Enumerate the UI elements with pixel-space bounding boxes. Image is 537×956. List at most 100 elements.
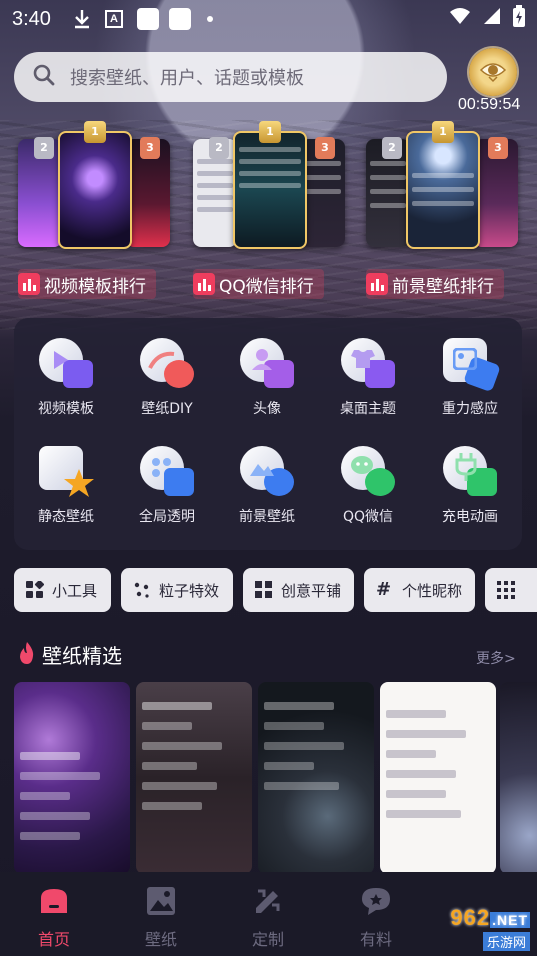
- ranking-foreground-wallpaper[interactable]: 2 3 1 前景壁纸排行: [366, 121, 534, 303]
- ranking-cards: 2 3 1: [193, 121, 361, 255]
- medal-3: 3: [488, 137, 508, 159]
- dot-icon: [206, 16, 213, 22]
- feature-desktop-theme[interactable]: 桌面主题: [318, 318, 418, 418]
- a-icon: A: [104, 10, 123, 28]
- wallpaper-thumb[interactable]: [258, 682, 374, 874]
- ranking-qq-wechat[interactable]: 2 3 1 QQ微信排行: [193, 121, 361, 303]
- hash-icon: #: [376, 579, 392, 600]
- battery-charging-icon: [513, 5, 525, 33]
- ranking-label: QQ微信排行: [193, 269, 324, 299]
- feature-label: QQ微信: [342, 509, 394, 525]
- ranking-title: QQ微信排行: [219, 276, 314, 297]
- medal-3: 3: [315, 137, 335, 159]
- nav-label: 定制: [251, 930, 284, 949]
- customize-icon: [253, 886, 283, 920]
- medal-2: 2: [209, 137, 229, 159]
- ranking-cards: 2 3 1: [366, 121, 534, 255]
- nav-label: 壁纸: [144, 930, 177, 949]
- tool-nickname[interactable]: # 个性昵称: [364, 568, 475, 612]
- notification-square-icon: [168, 8, 191, 30]
- charging-animation-icon: [443, 446, 497, 496]
- wallpaper-thumb[interactable]: [14, 682, 130, 874]
- desktop-theme-icon: [341, 338, 395, 388]
- home-icon: [38, 886, 70, 920]
- ranking-label: 视频模板排行: [18, 269, 156, 299]
- tool-widgets[interactable]: 小工具: [14, 568, 111, 612]
- more-link[interactable]: 更多>: [476, 648, 516, 668]
- feature-wallpaper-diy[interactable]: 壁纸DIY: [117, 318, 217, 418]
- rank-card-1: [233, 131, 307, 249]
- feature-label: 前景壁纸: [239, 509, 295, 525]
- nav-home[interactable]: 首页: [14, 886, 94, 950]
- tool-label: 小工具: [52, 581, 98, 600]
- widgets-icon: [26, 579, 45, 599]
- eye-badge-button[interactable]: [469, 48, 517, 96]
- image-icon: [146, 886, 176, 920]
- tool-more[interactable]: [485, 568, 537, 612]
- foreground-wallpaper-icon: [240, 446, 294, 496]
- feature-label: 视频模板: [38, 401, 94, 417]
- medal-2: 2: [34, 137, 54, 159]
- section-title: 壁纸精选: [42, 644, 122, 668]
- nav-wallpaper[interactable]: 壁纸: [121, 886, 201, 950]
- feature-static-wallpaper[interactable]: 静态壁纸: [16, 426, 116, 526]
- tool-particles[interactable]: 粒子特效: [121, 568, 233, 612]
- medal-1: 1: [259, 121, 281, 143]
- medal-1: 1: [432, 121, 454, 143]
- tools-row: 小工具 粒子特效 创意平铺 # 个性昵称: [14, 568, 537, 612]
- feature-video-template[interactable]: 视频模板: [16, 318, 116, 418]
- global-transparent-icon: [140, 446, 194, 496]
- signal-icon: [483, 7, 501, 31]
- wallpaper-thumb[interactable]: [136, 682, 252, 874]
- ranking-bars-icon: [366, 273, 388, 295]
- feature-charging-animation[interactable]: 充电动画: [420, 426, 520, 526]
- search-bar[interactable]: 搜索壁纸、用户、话题或模板: [14, 52, 447, 102]
- feature-label: 重力感应: [442, 401, 498, 417]
- search-icon: [32, 63, 56, 91]
- tool-label: 个性昵称: [402, 581, 463, 600]
- rank-card-1: [58, 131, 132, 249]
- avatar-icon: [240, 338, 294, 388]
- search-placeholder: 搜索壁纸、用户、话题或模板: [70, 68, 304, 89]
- status-time: 3:40: [12, 7, 51, 30]
- ranking-bars-icon: [193, 273, 215, 295]
- wallpaper-thumb[interactable]: [380, 682, 496, 874]
- site-watermark-logo: 962 .NET 乐游网: [398, 905, 530, 951]
- feature-avatar[interactable]: 头像: [217, 318, 317, 418]
- tool-creative-tile[interactable]: 创意平铺: [243, 568, 354, 612]
- ranking-title: 前景壁纸排行: [392, 276, 494, 297]
- feature-label: 头像: [253, 401, 281, 417]
- feature-label: 全局透明: [139, 509, 195, 525]
- notification-square-icon: [136, 8, 159, 30]
- static-wallpaper-icon: [39, 446, 94, 497]
- countdown-timer: 00:59:54: [458, 96, 521, 113]
- grid-icon: [497, 581, 515, 599]
- feature-gravity-sensor[interactable]: 重力感应: [420, 318, 520, 418]
- nav-customize[interactable]: 定制: [228, 886, 308, 950]
- feature-qq-wechat[interactable]: QQ微信: [318, 426, 418, 526]
- ranking-video-template[interactable]: 2 3 1 视频模板排行: [18, 121, 186, 303]
- ranking-label: 前景壁纸排行: [366, 269, 504, 299]
- feature-label: 静态壁纸: [38, 509, 94, 525]
- section-header: 壁纸精选: [18, 640, 122, 669]
- wallpaper-thumb[interactable]: [500, 682, 537, 874]
- tool-label: 创意平铺: [281, 581, 342, 600]
- medal-2: 2: [382, 137, 402, 159]
- qq-wechat-icon: [341, 446, 395, 496]
- watermark-suffix: .NET: [490, 912, 530, 928]
- nav-label: 有料: [359, 930, 392, 949]
- status-bar: 3:40 A: [0, 0, 537, 38]
- feature-label: 桌面主题: [340, 401, 396, 417]
- feature-foreground-wallpaper[interactable]: 前景壁纸: [217, 426, 317, 526]
- feature-label: 充电动画: [442, 509, 498, 525]
- watermark-subtext: 乐游网: [482, 932, 530, 951]
- ranking-bars-icon: [18, 273, 40, 295]
- chat-icon: [360, 886, 392, 920]
- feature-global-transparent[interactable]: 全局透明: [117, 426, 217, 526]
- wifi-icon: [449, 7, 471, 31]
- flame-icon: [18, 641, 36, 669]
- eye-badge-icon: [478, 55, 508, 89]
- download-icon: [73, 9, 91, 29]
- medal-1: 1: [84, 121, 106, 143]
- nav-label: 首页: [37, 930, 70, 949]
